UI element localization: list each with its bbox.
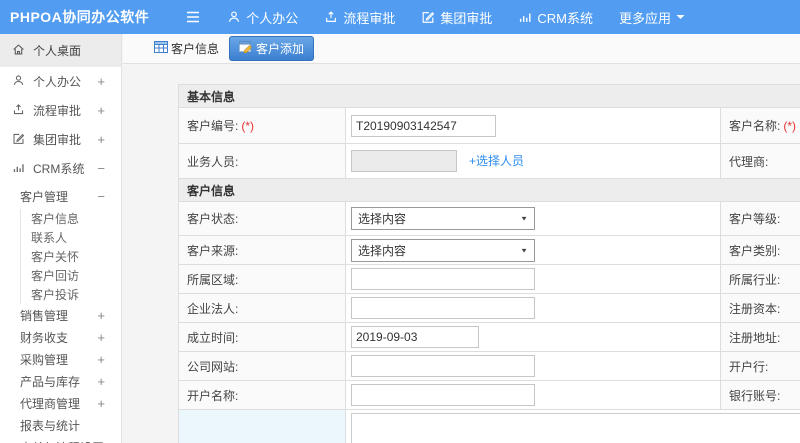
label-registered-capital: 注册资本: xyxy=(720,293,800,323)
edit-icon xyxy=(12,132,25,148)
label-website: 公司网站: xyxy=(178,351,346,381)
sidebar-item-personal-office[interactable]: 个人办公 + xyxy=(0,67,121,96)
caret-down-icon: ▼ xyxy=(520,246,528,254)
sidebar-item-customer-care[interactable]: 客户关怀 xyxy=(31,247,121,266)
customer-add-form: 基本信息 客户编号:(*) 客户名称:(*) 业务人员: +选择人员 代理商: … xyxy=(177,84,800,443)
account-name-input[interactable] xyxy=(351,384,535,406)
label-customer-code: 客户编号: (*) xyxy=(178,107,346,144)
label-note xyxy=(178,409,346,443)
sidebar-item-customer-info[interactable]: 客户信息 xyxy=(31,209,121,228)
sidebar-item-purchase-mgmt[interactable]: 采购管理 + xyxy=(0,348,121,370)
sidebar-item-finance[interactable]: 财务收支 + xyxy=(0,326,121,348)
nav-more-apps[interactable]: 更多应用 xyxy=(619,8,685,27)
chart-icon xyxy=(12,161,25,177)
label-sales-person: 业务人员: xyxy=(178,143,346,179)
sidebar-item-customer-mgmt[interactable]: 客户管理 − xyxy=(0,183,121,209)
label-legal-person: 企业法人: xyxy=(178,293,346,323)
sidebar-item-product-inventory[interactable]: 产品与库存 + xyxy=(0,370,121,392)
expand-icon[interactable]: + xyxy=(97,132,105,147)
customer-status-select[interactable]: 选择内容 ▼ xyxy=(351,207,535,230)
crm-sibling-list: 销售管理 + 财务收支 + 采购管理 + 产品与库存 + 代理商管理 + 报表与… xyxy=(0,304,121,443)
main-content: 客户信息 客户添加 基本信息 客户编号:(*) 客户名称:(*) 业务人员: +… xyxy=(123,34,800,443)
tab-customer-info[interactable]: 客户信息 xyxy=(148,37,225,60)
user-icon xyxy=(12,74,25,90)
sidebar: 个人桌面 个人办公 + 流程审批 + 集团审批 + CRM系统 − 客户管理 −… xyxy=(0,34,122,443)
caret-down-icon xyxy=(676,14,685,20)
label-account-name: 开户名称: xyxy=(178,380,346,410)
add-page-icon xyxy=(239,41,253,56)
sidebar-item-form-flow-settings[interactable]: 表单与流程设置+ xyxy=(0,436,121,443)
section-customer-info: 客户信息 xyxy=(177,178,800,202)
expand-icon[interactable]: + xyxy=(97,330,105,345)
label-registered-address: 注册地址: xyxy=(720,322,800,352)
expand-icon[interactable]: + xyxy=(97,396,105,411)
chart-icon xyxy=(518,10,532,24)
sidebar-item-agent-mgmt[interactable]: 代理商管理 + xyxy=(0,392,121,414)
expand-icon[interactable]: + xyxy=(97,74,105,89)
label-customer-source: 客户来源: xyxy=(178,235,346,265)
label-bank: 开户行: xyxy=(720,351,800,381)
caret-down-icon: ▼ xyxy=(520,214,528,223)
sidebar-item-group-approval[interactable]: 集团审批 + xyxy=(0,125,121,154)
collapse-icon[interactable]: − xyxy=(97,161,105,176)
hamburger-menu-icon[interactable] xyxy=(185,10,201,24)
label-bank-account: 银行账号: xyxy=(720,380,800,410)
sidebar-item-customer-complaint[interactable]: 客户投诉 xyxy=(31,285,121,304)
expand-icon[interactable]: + xyxy=(97,308,105,323)
choose-person-link[interactable]: +选择人员 xyxy=(469,154,524,168)
user-icon xyxy=(227,10,241,24)
note-textarea[interactable] xyxy=(351,413,800,443)
header-nav: 个人办公 流程审批 集团审批 CRM系统 更多应用 xyxy=(201,8,685,27)
label-customer-status: 客户状态: xyxy=(178,201,346,236)
app-logo: PHPOA协同办公软件 xyxy=(10,9,150,25)
sidebar-item-crm-system[interactable]: CRM系统 − xyxy=(0,154,121,183)
customer-code-input[interactable] xyxy=(351,114,496,137)
table-icon xyxy=(154,41,168,56)
sidebar-item-reports-stats[interactable]: 报表与统计 xyxy=(0,414,121,436)
nav-personal-office[interactable]: 个人办公 xyxy=(227,8,298,27)
customer-mgmt-children: 客户信息 联系人 客户关怀 客户回访 客户投诉 xyxy=(20,209,121,304)
sidebar-item-process-approval[interactable]: 流程审批 + xyxy=(0,96,121,125)
home-icon xyxy=(12,43,25,59)
tab-bar: 客户信息 客户添加 xyxy=(123,34,800,64)
expand-icon[interactable]: + xyxy=(97,352,105,367)
required-mark: (*) xyxy=(783,119,797,133)
customer-source-select[interactable]: 选择内容 ▼ xyxy=(351,238,535,262)
sidebar-item-sales-mgmt[interactable]: 销售管理 + xyxy=(0,304,121,326)
label-industry: 所属行业: xyxy=(720,264,800,294)
sidebar-item-desktop[interactable]: 个人桌面 xyxy=(0,34,121,67)
expand-icon[interactable]: + xyxy=(97,374,105,389)
sidebar-item-contacts[interactable]: 联系人 xyxy=(31,228,121,247)
label-customer-grade: 客户等级: xyxy=(720,201,800,236)
share-icon xyxy=(324,10,338,24)
sales-person-input xyxy=(351,150,457,172)
top-header: PHPOA协同办公软件 个人办公 流程审批 集团审批 CRM系统 更多应用 xyxy=(0,0,800,34)
label-region: 所属区域: xyxy=(178,264,346,294)
label-founded-date: 成立时间: xyxy=(178,322,346,352)
label-customer-name: 客户名称: (*) xyxy=(720,107,800,144)
label-agent: 代理商: xyxy=(720,143,800,179)
section-basic-info: 基本信息 xyxy=(177,84,800,108)
website-input[interactable] xyxy=(351,355,535,377)
founded-date-input[interactable] xyxy=(351,326,479,348)
collapse-icon[interactable]: − xyxy=(97,189,105,204)
sidebar-item-customer-revisit[interactable]: 客户回访 xyxy=(31,266,121,285)
tab-customer-add[interactable]: 客户添加 xyxy=(229,36,315,61)
region-input[interactable] xyxy=(351,268,535,290)
required-mark: (*) xyxy=(241,119,255,133)
nav-crm-system[interactable]: CRM系统 xyxy=(518,8,593,27)
edit-icon xyxy=(421,10,435,24)
nav-process-approval[interactable]: 流程审批 xyxy=(324,8,395,27)
share-icon xyxy=(12,103,25,119)
expand-icon[interactable]: + xyxy=(97,103,105,118)
legal-person-input[interactable] xyxy=(351,297,535,319)
nav-group-approval[interactable]: 集团审批 xyxy=(421,8,492,27)
label-customer-category: 客户类别: xyxy=(720,235,800,265)
